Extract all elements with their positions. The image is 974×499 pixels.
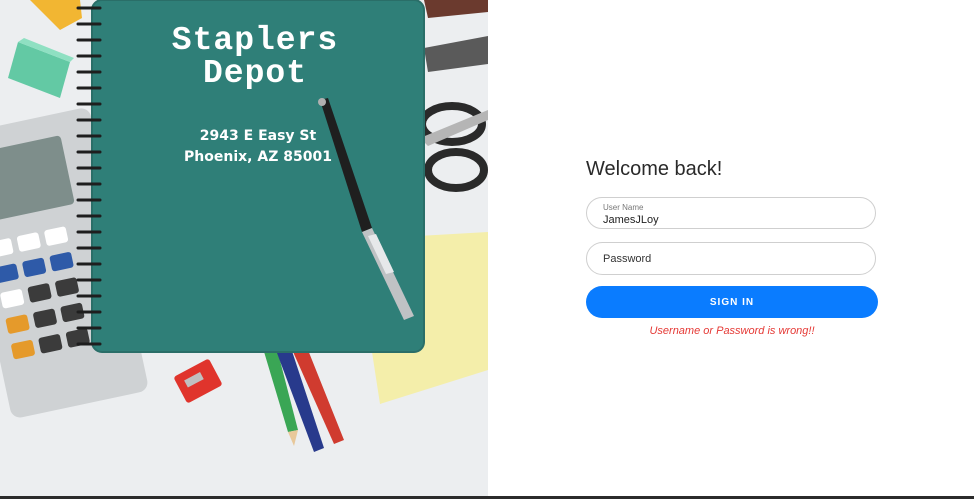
address-line2: Phoenix, AZ 85001 [184,149,332,165]
sign-in-button[interactable]: SIGN IN [586,286,878,318]
username-label: User Name [603,203,644,212]
hero-image: Staplers Depot 2943 E Easy St Phoenix, A… [0,0,488,499]
store-name-line1: Staplers [171,22,339,59]
password-field[interactable]: Password [586,242,876,275]
address-line1: 2943 E Easy St [199,128,317,144]
username-field[interactable]: User Name JamesJLoy [586,197,876,229]
store-address: 2943 E Easy St Phoenix, AZ 85001 [160,126,356,168]
login-error-message: Username or Password is wrong!! [649,325,815,337]
welcome-heading: Welcome back! [586,158,723,180]
username-value: JamesJLoy [603,214,659,226]
password-placeholder: Password [603,253,652,265]
store-name-line2: Depot [202,55,308,92]
store-name: Staplers Depot [130,24,380,90]
